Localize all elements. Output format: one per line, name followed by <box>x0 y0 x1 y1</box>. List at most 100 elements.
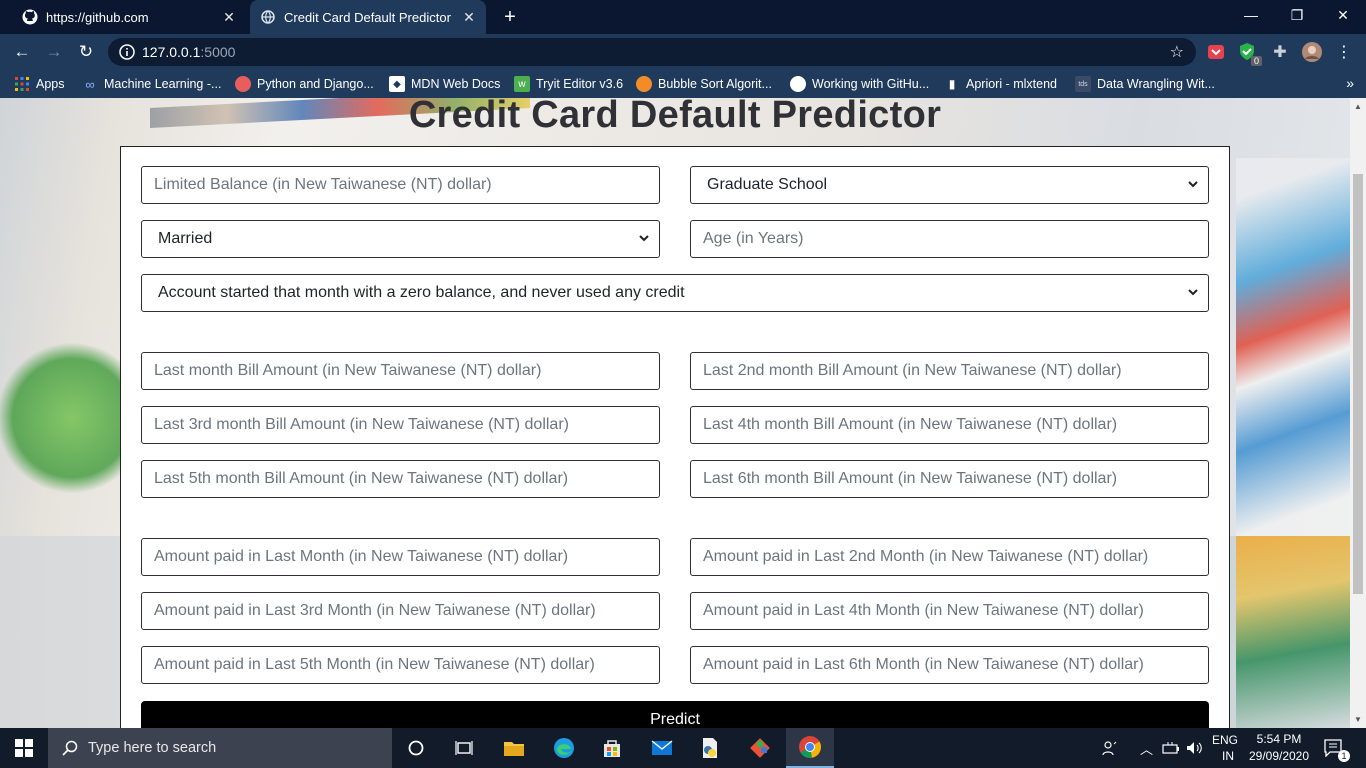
education-select[interactable]: Graduate School <box>690 166 1209 204</box>
volume-icon[interactable] <box>1186 728 1202 768</box>
bookmark-label: Python and Django... <box>257 77 374 91</box>
address-bar[interactable]: 127.0.0.1:5000 ☆ <box>108 38 1196 66</box>
site-icon <box>636 76 652 92</box>
file-explorer-icon[interactable] <box>490 728 538 768</box>
cortana-icon[interactable] <box>392 728 440 768</box>
tds-icon: tds <box>1075 76 1091 92</box>
background-green-card <box>0 338 120 498</box>
notification-count: 1 <box>1338 750 1350 762</box>
bookmark-label: Apps <box>36 77 65 91</box>
show-hidden-icons-icon[interactable]: ︿ <box>1140 728 1153 768</box>
repayment-status-select[interactable]: Account started that month with a zero b… <box>141 274 1209 312</box>
menu-dots-icon[interactable]: ⋮ <box>1334 42 1354 62</box>
profile-avatar[interactable] <box>1302 42 1322 62</box>
windows-taskbar: Type here to search ︿ ENG IN 5:54 PM 29/… <box>0 728 1366 768</box>
bookmark-label: Machine Learning -... <box>104 77 222 91</box>
limit-balance-input[interactable]: Limited Balance (in New Taiwanese (NT) d… <box>141 166 660 204</box>
notification-center-icon[interactable]: 1 <box>1324 728 1350 768</box>
marriage-selected-value: Married <box>158 230 213 247</box>
link-icon: ∞ <box>85 76 95 92</box>
forward-icon[interactable]: → <box>42 40 66 64</box>
bill-amount-5-input[interactable]: Last 5th month Bill Amount (in New Taiwa… <box>141 460 660 498</box>
extension-badge: 0 <box>1250 56 1262 66</box>
paid-amount-4-input[interactable]: Amount paid in Last 4th Month (in New Ta… <box>690 592 1209 630</box>
restore-icon[interactable]: ❐ <box>1274 0 1320 30</box>
chevron-down-icon <box>1188 289 1198 296</box>
github-icon <box>790 76 806 92</box>
taskbar-search-box[interactable]: Type here to search <box>48 728 392 768</box>
search-placeholder: Type here to search <box>88 740 217 756</box>
shield-extension-icon[interactable]: 0 <box>1238 42 1262 66</box>
clock[interactable]: 5:54 PM 29/09/2020 <box>1248 728 1310 768</box>
site-icon <box>235 76 251 92</box>
python-file-icon[interactable] <box>686 728 734 768</box>
clock-time: 5:54 PM <box>1256 732 1302 746</box>
bill-amount-6-input[interactable]: Last 6th month Bill Amount (in New Taiwa… <box>690 460 1209 498</box>
chrome-icon[interactable] <box>786 728 834 768</box>
new-tab-icon[interactable]: + <box>498 5 522 29</box>
tab-github[interactable]: https://github.com ✕ <box>8 0 246 34</box>
tab-credit-card-predictor[interactable]: Credit Card Default Predictor ✕ <box>250 0 486 34</box>
bookmark-mdn[interactable]: ◆ MDN Web Docs <box>389 76 500 92</box>
education-selected-value: Graduate School <box>707 176 828 193</box>
page-scrollbar[interactable]: ▲ ▼ <box>1350 98 1366 728</box>
people-icon[interactable] <box>1102 728 1118 768</box>
mdn-icon: ◆ <box>389 76 405 92</box>
predict-button[interactable]: Predict <box>141 701 1209 728</box>
clock-date: 29/09/2020 <box>1248 749 1310 763</box>
close-tab-icon[interactable]: ✕ <box>460 8 478 26</box>
bookmark-star-icon[interactable]: ☆ <box>1170 42 1184 62</box>
scroll-up-icon[interactable]: ▲ <box>1354 102 1362 111</box>
bookmark-python-django[interactable]: Python and Django... <box>235 76 374 92</box>
paid-amount-1-input[interactable]: Amount paid in Last Month (in New Taiwan… <box>141 538 660 576</box>
paid-amount-6-input[interactable]: Amount paid in Last 6th Month (in New Ta… <box>690 646 1209 684</box>
bookmark-apriori[interactable]: ▮ Apriori - mlxtend <box>944 76 1057 92</box>
bill-amount-2-input[interactable]: Last 2nd month Bill Amount (in New Taiwa… <box>690 352 1209 390</box>
bill-amount-1-input[interactable]: Last month Bill Amount (in New Taiwanese… <box>141 352 660 390</box>
age-input[interactable]: Age (in Years) <box>690 220 1209 258</box>
bill-amount-3-input[interactable]: Last 3rd month Bill Amount (in New Taiwa… <box>141 406 660 444</box>
git-icon[interactable] <box>736 728 784 768</box>
language-indicator[interactable]: ENG IN <box>1212 728 1238 768</box>
marriage-select[interactable]: Married <box>141 220 660 258</box>
mail-icon[interactable] <box>638 728 686 768</box>
more-bookmarks-icon[interactable]: » <box>1346 75 1354 91</box>
extensions-puzzle-icon[interactable]: ✚ <box>1270 42 1290 62</box>
microsoft-store-icon[interactable] <box>588 728 636 768</box>
globe-icon <box>260 9 276 25</box>
scrollbar-thumb[interactable] <box>1353 174 1363 594</box>
scroll-down-icon[interactable]: ▼ <box>1354 715 1362 724</box>
paid-amount-5-input[interactable]: Amount paid in Last 5th Month (in New Ta… <box>141 646 660 684</box>
chevron-down-icon <box>1188 181 1198 188</box>
close-window-icon[interactable]: ✕ <box>1320 0 1366 30</box>
bookmark-working-with-github[interactable]: Working with GitHu... <box>790 76 929 92</box>
bill-amount-4-input[interactable]: Last 4th month Bill Amount (in New Taiwa… <box>690 406 1209 444</box>
w3schools-icon: w <box>514 76 530 92</box>
power-icon[interactable] <box>1162 728 1180 768</box>
chevron-down-icon <box>639 235 649 242</box>
bookmarks-bar: Apps ∞ Machine Learning -... Python and … <box>0 70 1366 98</box>
close-tab-icon[interactable]: ✕ <box>220 8 238 26</box>
edge-browser-icon[interactable] <box>540 728 588 768</box>
pocket-icon[interactable] <box>1206 42 1226 62</box>
bookmark-tryit-editor[interactable]: w Tryit Editor v3.6 <box>514 76 623 92</box>
language-code: ENG <box>1212 733 1239 747</box>
background-blue-card <box>1236 158 1350 538</box>
site-info-icon[interactable] <box>118 43 136 61</box>
task-view-icon[interactable] <box>440 728 488 768</box>
windows-start-icon[interactable] <box>0 728 48 768</box>
reload-icon[interactable]: ↻ <box>74 40 98 64</box>
paid-amount-2-input[interactable]: Amount paid in Last 2nd Month (in New Ta… <box>690 538 1209 576</box>
tab-title: https://github.com <box>46 9 149 25</box>
bookmark-apps[interactable]: Apps <box>14 76 65 92</box>
url-port: :5000 <box>200 44 236 60</box>
paid-amount-3-input[interactable]: Amount paid in Last 3rd Month (in New Ta… <box>141 592 660 630</box>
search-icon <box>62 740 78 756</box>
back-icon[interactable]: ← <box>10 40 34 64</box>
predictor-form: Limited Balance (in New Taiwanese (NT) d… <box>120 146 1230 728</box>
bookmark-bubble-sort[interactable]: Bubble Sort Algorit... <box>636 76 772 92</box>
bookmark-machine-learning[interactable]: ∞ Machine Learning -... <box>82 76 221 92</box>
bookmark-data-wrangling[interactable]: tds Data Wrangling Wit... <box>1075 76 1215 92</box>
region-code: IN <box>1222 749 1234 763</box>
minimize-icon[interactable]: — <box>1228 0 1274 30</box>
